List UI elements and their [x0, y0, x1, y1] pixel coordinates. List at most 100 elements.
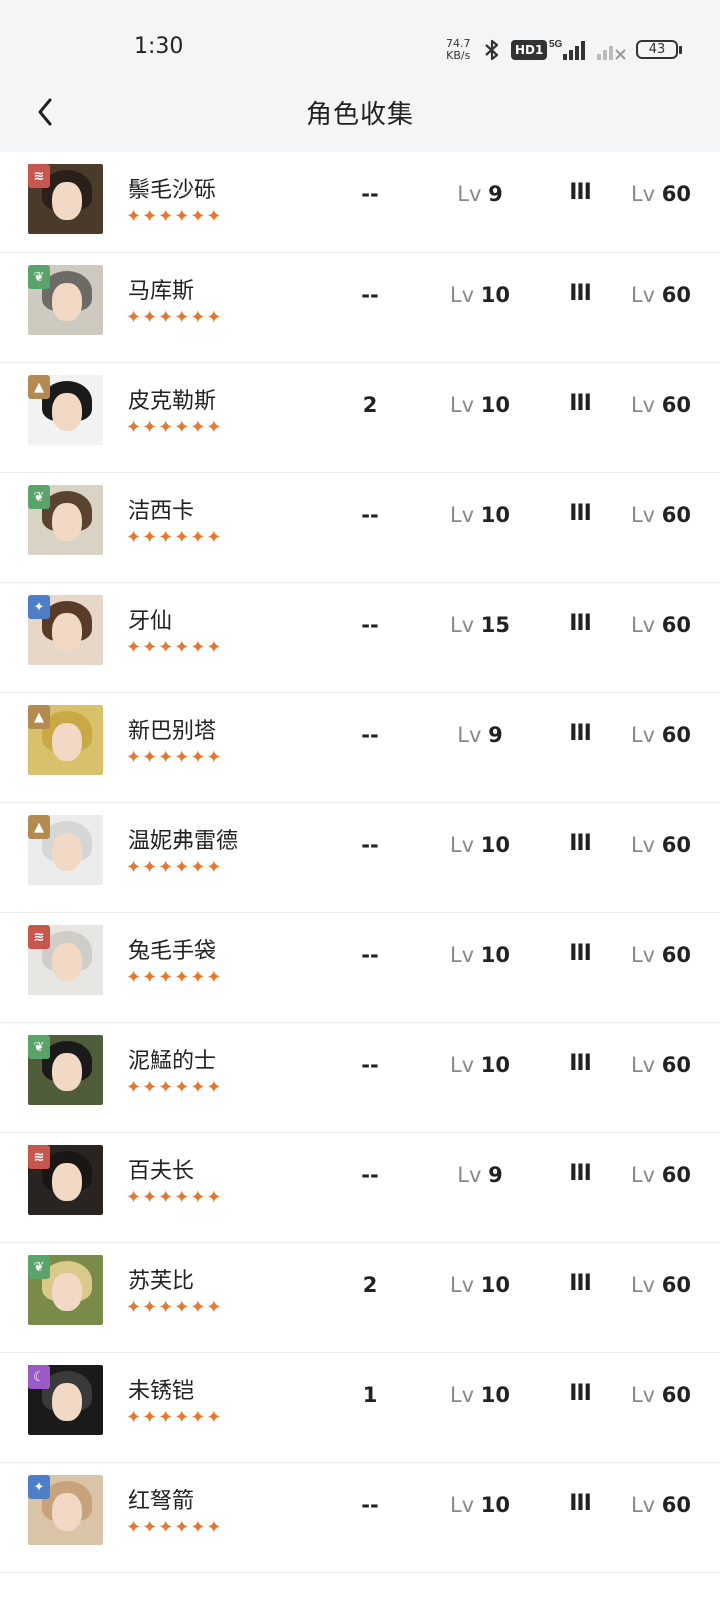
rarity-stars: ✦✦✦✦✦✦ — [126, 1407, 223, 1428]
character-name: 新巴别塔 — [128, 719, 217, 744]
max-level-prefix: Lv — [630, 1383, 656, 1407]
character-max-level: Lv 60 — [616, 182, 706, 206]
character-row[interactable]: ❦ 泥鯭的士 ✦✦✦✦✦✦ -- Lv 10 III Lv 60 — [0, 1023, 720, 1133]
character-row[interactable]: ✦ 红弩箭 ✦✦✦✦✦✦ -- Lv 10 III Lv 60 — [0, 1463, 720, 1573]
character-level: Lv 15 — [430, 613, 530, 637]
element-star-icon: ✦ — [28, 1475, 50, 1499]
max-level-number: 60 — [661, 503, 692, 527]
rarity-stars: ✦✦✦✦✦✦ — [126, 857, 223, 878]
max-level-prefix: Lv — [630, 1163, 656, 1187]
character-rank: III — [569, 1161, 592, 1186]
character-value: -- — [361, 943, 379, 967]
character-row[interactable]: ☾ 未锈铠 ✦✦✦✦✦✦ 1 Lv 10 III Lv 60 — [0, 1353, 720, 1463]
character-row[interactable]: ▲ 新巴别塔 ✦✦✦✦✦✦ -- Lv 9 III Lv 60 — [0, 693, 720, 803]
character-max-level: Lv 60 — [616, 503, 706, 527]
page-title: 角色收集 — [305, 100, 414, 130]
max-level-prefix: Lv — [630, 943, 656, 967]
character-avatar: ✦ — [28, 1475, 103, 1545]
character-value: 1 — [362, 1383, 378, 1407]
character-row[interactable]: ≋ 鬃毛沙砾 ✦✦✦✦✦✦ -- Lv 9 III Lv 60 — [0, 152, 720, 253]
character-row[interactable]: ✦ 牙仙 ✦✦✦✦✦✦ -- Lv 15 III Lv 60 — [0, 583, 720, 693]
character-value: -- — [361, 613, 379, 637]
element-mineral-icon: ▲ — [28, 375, 50, 399]
character-avatar: ❦ — [28, 485, 103, 555]
character-list[interactable]: ≋ 鬃毛沙砾 ✦✦✦✦✦✦ -- Lv 9 III Lv 60 ❦ 马库斯 ✦✦… — [0, 152, 720, 1573]
character-name: 未锈铠 — [128, 1379, 195, 1404]
max-level-number: 60 — [661, 1163, 692, 1187]
character-value: 2 — [362, 1273, 378, 1297]
character-avatar: ≋ — [28, 925, 103, 995]
element-plant-icon: ❦ — [28, 1255, 50, 1279]
character-rank: III — [569, 611, 592, 636]
character-name: 泥鯭的士 — [128, 1049, 217, 1074]
max-level-number: 60 — [661, 833, 692, 857]
max-level-prefix: Lv — [630, 833, 656, 857]
character-level: Lv 10 — [430, 833, 530, 857]
character-value: -- — [361, 723, 379, 747]
character-value: -- — [361, 833, 379, 857]
character-name: 红弩箭 — [128, 1489, 195, 1514]
max-level-prefix: Lv — [630, 1053, 656, 1077]
character-max-level: Lv 60 — [616, 613, 706, 637]
character-max-level: Lv 60 — [616, 283, 706, 307]
character-level: Lv 10 — [430, 283, 530, 307]
character-avatar: ☾ — [28, 1365, 103, 1435]
character-level: Lv 10 — [430, 1053, 530, 1077]
character-name: 苏芙比 — [128, 1269, 195, 1294]
character-avatar: ❦ — [28, 1035, 103, 1105]
network-speed-unit: KB/s — [446, 49, 471, 62]
rarity-stars: ✦✦✦✦✦✦ — [126, 747, 223, 768]
character-row[interactable]: ❦ 苏芙比 ✦✦✦✦✦✦ 2 Lv 10 III Lv 60 — [0, 1243, 720, 1353]
character-value: -- — [361, 503, 379, 527]
character-row[interactable]: ❦ 马库斯 ✦✦✦✦✦✦ -- Lv 10 III Lv 60 — [0, 253, 720, 363]
element-mineral-icon: ▲ — [28, 815, 50, 839]
level-number: 10 — [480, 1383, 511, 1407]
character-name: 洁西卡 — [128, 499, 195, 524]
character-max-level: Lv 60 — [616, 1053, 706, 1077]
character-value: 2 — [362, 393, 378, 417]
rarity-stars: ✦✦✦✦✦✦ — [126, 206, 223, 227]
character-avatar: ≋ — [28, 1145, 103, 1215]
level-prefix: Lv — [449, 393, 475, 417]
level-prefix: Lv — [449, 1053, 475, 1077]
level-prefix: Lv — [449, 613, 475, 637]
max-level-number: 60 — [661, 393, 692, 417]
character-row[interactable]: ≋ 兔毛手袋 ✦✦✦✦✦✦ -- Lv 10 III Lv 60 — [0, 913, 720, 1023]
character-level: Lv 10 — [430, 503, 530, 527]
max-level-number: 60 — [661, 1383, 692, 1407]
character-rank: III — [569, 721, 592, 746]
character-row[interactable]: ≋ 百夫长 ✦✦✦✦✦✦ -- Lv 9 III Lv 60 — [0, 1133, 720, 1243]
character-level: Lv 10 — [430, 1493, 530, 1517]
max-level-prefix: Lv — [630, 613, 656, 637]
max-level-prefix: Lv — [630, 393, 656, 417]
character-row[interactable]: ▲ 温妮弗雷德 ✦✦✦✦✦✦ -- Lv 10 III Lv 60 — [0, 803, 720, 913]
character-level: Lv 9 — [430, 723, 530, 747]
battery-indicator: 43 — [636, 40, 682, 59]
character-avatar: ▲ — [28, 375, 103, 445]
character-max-level: Lv 60 — [616, 833, 706, 857]
character-level: Lv 10 — [430, 393, 530, 417]
max-level-prefix: Lv — [630, 182, 656, 206]
character-avatar: ▲ — [28, 705, 103, 775]
character-level: Lv 10 — [430, 1273, 530, 1297]
character-name: 牙仙 — [128, 609, 173, 634]
element-plant-icon: ❦ — [28, 1035, 50, 1059]
character-level: Lv 9 — [430, 1163, 530, 1187]
character-name: 温妮弗雷德 — [128, 829, 239, 854]
character-max-level: Lv 60 — [616, 393, 706, 417]
character-row[interactable]: ❦ 洁西卡 ✦✦✦✦✦✦ -- Lv 10 III Lv 60 — [0, 473, 720, 583]
character-avatar: ❦ — [28, 1255, 103, 1325]
max-level-prefix: Lv — [630, 1273, 656, 1297]
character-row[interactable]: ▲ 皮克勒斯 ✦✦✦✦✦✦ 2 Lv 10 III Lv 60 — [0, 363, 720, 473]
character-name: 马库斯 — [128, 279, 195, 304]
level-prefix: Lv — [449, 503, 475, 527]
character-name: 鬃毛沙砾 — [128, 178, 217, 203]
level-number: 9 — [488, 182, 503, 206]
rarity-stars: ✦✦✦✦✦✦ — [126, 1077, 223, 1098]
level-prefix: Lv — [449, 1383, 475, 1407]
character-rank: III — [569, 831, 592, 856]
rarity-stars: ✦✦✦✦✦✦ — [126, 307, 223, 328]
character-level: Lv 10 — [430, 1383, 530, 1407]
rarity-stars: ✦✦✦✦✦✦ — [126, 967, 223, 988]
max-level-prefix: Lv — [630, 723, 656, 747]
